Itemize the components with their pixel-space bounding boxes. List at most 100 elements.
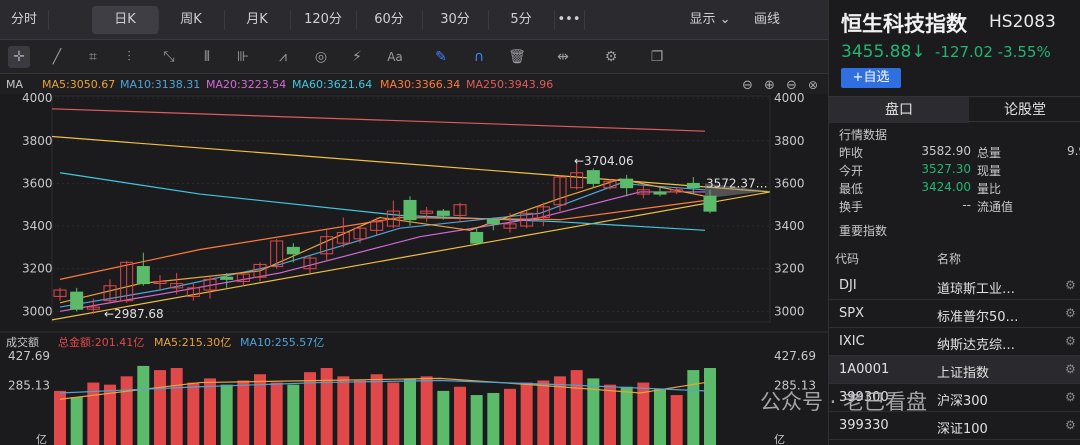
- volume-bar: [437, 390, 450, 445]
- y-label-right: 4000: [774, 91, 805, 105]
- layers-icon[interactable]: ❐: [646, 46, 668, 68]
- y-label-left: 4000: [22, 91, 53, 105]
- kv-label: 总量: [977, 146, 1002, 160]
- gear-icon[interactable]: ⚙: [1065, 334, 1076, 348]
- index-code: HS2083: [989, 12, 1056, 32]
- index-row[interactable]: IXIC 纳斯达克综… ⚙: [829, 328, 1080, 356]
- volume-bar: [420, 376, 433, 445]
- volume-bar: [287, 384, 300, 445]
- fork-icon[interactable]: ⚡: [346, 46, 368, 68]
- volume-bar: [337, 376, 350, 445]
- y-label-left: 3800: [22, 134, 53, 148]
- y-label-left: 3400: [22, 219, 53, 233]
- ma10-line: [59, 182, 706, 308]
- volume-bar: [654, 388, 666, 445]
- ma5-line: [59, 178, 706, 304]
- index-row[interactable]: 1A0001 上证指数 ⚙: [829, 356, 1080, 384]
- kv-label: 换手: [839, 200, 864, 214]
- y-label-right: 3200: [774, 262, 805, 276]
- candlestick-chart[interactable]: MA MA5:3050.67 MA10:3138.31 MA20:3223.54 MA6…: [0, 74, 828, 445]
- kv-label: 现量: [977, 164, 1002, 178]
- line-icon[interactable]: ╱: [46, 46, 68, 68]
- tab-9[interactable]: 显示 ⌄: [680, 6, 740, 34]
- tab-6[interactable]: 30分: [422, 6, 488, 34]
- candle-body: [436, 210, 450, 216]
- chart-area: 分时 日K 周K 月K 120分 60分 30分 5分 ••• 显示 ⌄ 画线 ✛ ╱ ⌗ ⫶ ⤡ ⦀ ⊪ ⩘ ◎ ⚡…: [0, 0, 828, 445]
- volume-y-label: 285.13: [8, 379, 50, 393]
- resize-icon[interactable]: ⇹: [552, 46, 574, 68]
- tab-3[interactable]: 月K: [224, 6, 290, 34]
- index-row[interactable]: 399330 深证100 ⚙: [829, 412, 1080, 440]
- y-label-right: 3600: [774, 176, 805, 190]
- tab-forum[interactable]: 论股堂: [969, 97, 1080, 123]
- tab-8[interactable]: •••: [554, 6, 584, 34]
- volume-bar: [320, 368, 333, 445]
- tab-5[interactable]: 60分: [356, 6, 422, 34]
- volume-bar: [470, 395, 483, 445]
- ma30-line: [59, 199, 706, 280]
- tab-0[interactable]: 分时: [0, 6, 48, 34]
- gear-icon[interactable]: ⚙: [1065, 278, 1076, 292]
- candle-body: [653, 191, 667, 195]
- col-code-header: 代码: [835, 252, 860, 266]
- drawing-toolbar: ✛ ╱ ⌗ ⫶ ⤡ ⦀ ⊪ ⩘ ◎ ⚡ Aa ✎ ∩ 🗑 ⇹ ⚙ ❐: [0, 40, 828, 74]
- gear-icon[interactable]: ⚙: [1065, 418, 1076, 432]
- volume-unit: 亿: [36, 433, 47, 445]
- candle-body: [703, 195, 717, 212]
- period-tabs: 分时 日K 周K 月K 120分 60分 30分 5分 ••• 显示 ⌄ 画线: [0, 0, 828, 40]
- tab-1[interactable]: 日K: [92, 6, 158, 34]
- legend-ma250: MA250:3943.96: [466, 78, 553, 91]
- gear-icon[interactable]: ⚙: [1065, 362, 1076, 376]
- index-change: -127.02 -3.55%: [935, 43, 1051, 61]
- add-watchlist-button[interactable]: +自选: [841, 68, 901, 88]
- index-name-cell: 沪深300: [937, 394, 988, 409]
- text-icon[interactable]: Aa: [384, 46, 406, 68]
- high-annotation: ←3704.06: [574, 154, 634, 168]
- pen-icon[interactable]: ✎: [430, 46, 452, 68]
- volume-y-label: 427.69: [8, 349, 50, 363]
- volume-bar: [237, 380, 250, 445]
- volume-bar: [570, 370, 583, 445]
- wave-icon[interactable]: ⩘: [272, 46, 294, 68]
- gear-icon[interactable]: ⚙: [600, 46, 622, 68]
- index-row[interactable]: DJI 道琼斯工业… ⚙: [829, 272, 1080, 300]
- index-name-cell: 上证指数: [937, 366, 990, 381]
- y-label-left: 3200: [22, 262, 53, 276]
- volume-bar: [354, 380, 366, 445]
- tab-4[interactable]: 120分: [290, 6, 356, 34]
- pattern-icon[interactable]: ⤡: [158, 46, 180, 68]
- tab-10[interactable]: 画线: [742, 6, 792, 34]
- candle-body: [403, 199, 417, 221]
- crosshair-icon[interactable]: ✛: [8, 46, 30, 68]
- magnet-icon[interactable]: ∩: [468, 46, 490, 68]
- candle-body: [620, 178, 634, 189]
- fib-icon[interactable]: ⦀: [196, 46, 218, 68]
- gear-icon[interactable]: ⚙: [1065, 306, 1076, 320]
- index-name-cell: 纳斯达克综…: [937, 338, 1016, 353]
- volume-bar: [620, 386, 633, 445]
- candle-body: [586, 170, 600, 184]
- kv-value: 3424.00: [921, 180, 971, 194]
- kv-value: --: [962, 198, 971, 212]
- kv-label: 最低: [839, 182, 864, 196]
- gear-icon[interactable]: ⚙: [1065, 390, 1076, 404]
- col-name-header: 名称: [937, 252, 962, 266]
- grid-icon[interactable]: ⊪: [232, 46, 254, 68]
- volume-bar: [487, 392, 500, 445]
- fan-icon[interactable]: ⫶: [118, 46, 140, 68]
- volume-total: 总金额:201.41亿: [58, 335, 144, 349]
- circle-icon[interactable]: ◎: [310, 46, 332, 68]
- crop-icon[interactable]: ⌗: [82, 46, 104, 68]
- candle-body: [220, 276, 234, 280]
- index-row[interactable]: SPX 标准普尔50… ⚙: [829, 300, 1080, 328]
- index-price: 3455.88↓: [841, 42, 926, 62]
- tab-orderbook[interactable]: 盘口: [829, 97, 969, 123]
- kv-label: 今开: [839, 164, 864, 178]
- tab-7[interactable]: 5分: [488, 6, 554, 34]
- volume-bar: [387, 382, 400, 445]
- volume-bar: [504, 388, 516, 445]
- volume-bar: [154, 370, 166, 445]
- tab-2[interactable]: 周K: [158, 6, 224, 34]
- trash-icon[interactable]: 🗑: [506, 46, 528, 68]
- ma250-line: [51, 108, 706, 132]
